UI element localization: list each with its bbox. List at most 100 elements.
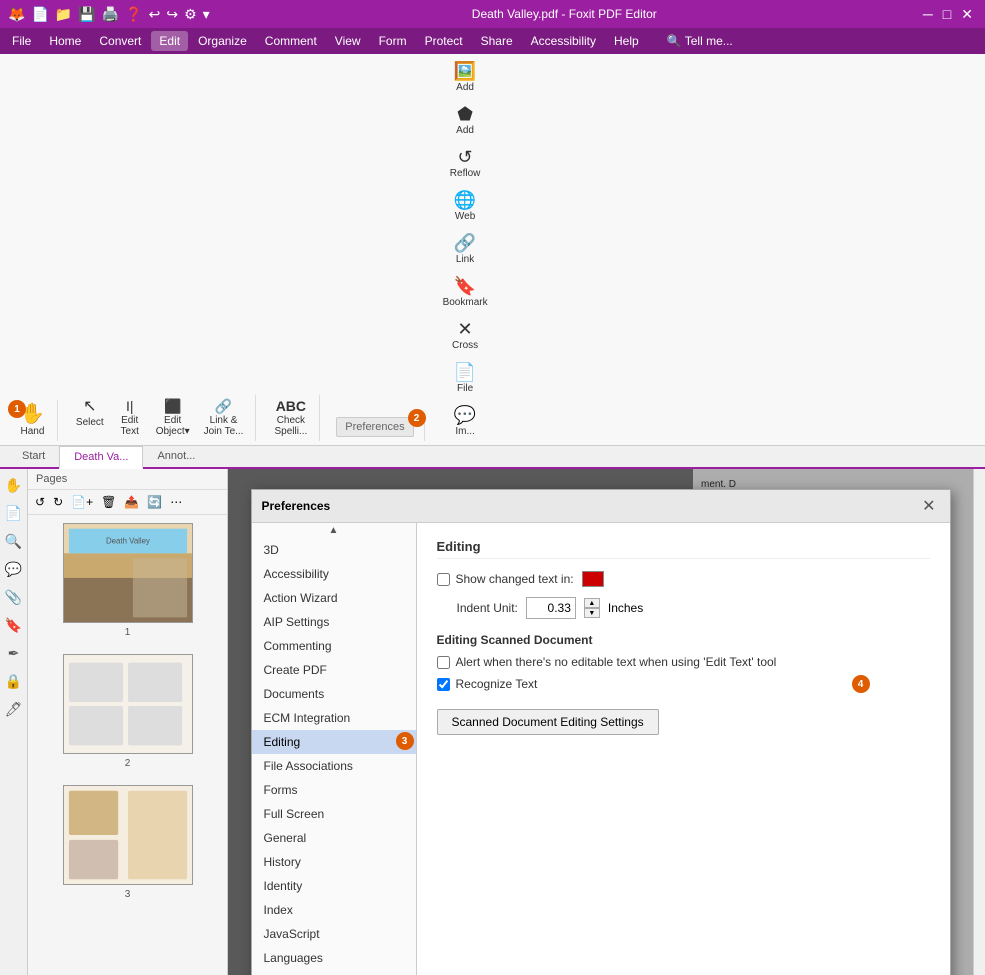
select-button[interactable]: ↖ Select <box>70 395 110 441</box>
page-thumb-1[interactable]: Death Valley 1 <box>28 515 227 646</box>
menu-edit[interactable]: Edit <box>151 31 188 51</box>
show-changed-text-checkbox[interactable] <box>437 573 450 586</box>
add-web-button[interactable]: 🌐 Web <box>447 187 483 226</box>
title-bar-app-icons[interactable]: 🦊 📄 📁 💾 🖨️ ❓ ↩ ↪ ⚙ ▾ <box>8 6 210 23</box>
list-item-full-screen[interactable]: Full Screen <box>252 802 416 826</box>
tab-document[interactable]: Death Va... <box>59 446 143 469</box>
page-thumb-2[interactable]: 2 <box>28 646 227 777</box>
dialog-title-bar: Preferences ✕ <box>252 490 950 523</box>
list-item-languages[interactable]: Languages <box>252 946 416 970</box>
alert-no-editable-label: Alert when there's no editable text when… <box>456 655 777 669</box>
list-item-aip-settings[interactable]: AIP Settings <box>252 610 416 634</box>
sidebar-sign-icon[interactable]: ✒ <box>2 641 26 665</box>
cross-button[interactable]: ✕ Cross <box>446 316 484 355</box>
window-controls[interactable]: ─ □ ✕ <box>919 6 977 23</box>
indent-spinner[interactable]: ▲ ▼ <box>584 598 600 618</box>
list-item-javascript[interactable]: JavaScript <box>252 922 416 946</box>
page-replace[interactable]: 🔄 <box>144 493 165 511</box>
add-button[interactable]: 🖼️ Add <box>447 58 483 97</box>
menu-organize[interactable]: Organize <box>190 31 255 51</box>
new-icon[interactable]: 📄 <box>31 6 48 23</box>
preferences-label[interactable]: Preferences <box>336 417 413 437</box>
menu-file[interactable]: File <box>4 31 39 51</box>
list-item-create-pdf[interactable]: Create PDF <box>252 658 416 682</box>
help-icon[interactable]: ❓ <box>125 6 142 23</box>
indent-down[interactable]: ▼ <box>584 608 600 618</box>
menu-convert[interactable]: Convert <box>91 31 149 51</box>
edit-object-button[interactable]: ⬛ EditObject▾ <box>150 395 196 441</box>
list-item-history[interactable]: History <box>252 850 416 874</box>
alert-no-editable-checkbox[interactable] <box>437 656 450 669</box>
list-item-editing[interactable]: Editing 3 <box>252 730 416 754</box>
indent-up[interactable]: ▲ <box>584 598 600 608</box>
list-item-forms[interactable]: Forms <box>252 778 416 802</box>
list-item-identity[interactable]: Identity <box>252 874 416 898</box>
undo-icon[interactable]: ↩ <box>149 6 161 23</box>
sidebar-attach-icon[interactable]: 📎 <box>2 585 26 609</box>
app-icon[interactable]: 🦊 <box>8 6 25 23</box>
list-item-accessibility[interactable]: Accessibility <box>252 562 416 586</box>
close-button[interactable]: ✕ <box>957 6 977 23</box>
maximize-button[interactable]: □ <box>939 6 955 23</box>
sidebar-bookmark-icon[interactable]: 🔖 <box>2 613 26 637</box>
im-button[interactable]: 💬 Im... <box>447 402 483 441</box>
reflow-button[interactable]: ↺ Reflow <box>444 144 487 183</box>
file-button[interactable]: 📄 File <box>447 359 483 398</box>
list-item-ecm-integration[interactable]: ECM Integration <box>252 706 416 730</box>
sidebar-search-icon[interactable]: 🔍 <box>2 529 26 553</box>
list-item-3d[interactable]: 3D <box>252 538 416 562</box>
page-thumb-3[interactable]: 3 <box>28 777 227 908</box>
save-icon[interactable]: 💾 <box>78 6 95 23</box>
scanned-settings-button[interactable]: Scanned Document Editing Settings <box>437 709 659 735</box>
page-label-1: 1 <box>36 627 219 638</box>
spell-check-button[interactable]: ABC CheckSpelli... <box>268 395 313 441</box>
changed-text-color-swatch[interactable] <box>582 571 604 587</box>
list-scroll-up[interactable]: ▲ <box>252 523 416 538</box>
dialog-close-button[interactable]: ✕ <box>918 496 939 516</box>
sidebar-hand-icon[interactable]: ✋ <box>2 473 26 497</box>
open-icon[interactable]: 📁 <box>55 6 72 23</box>
page-more[interactable]: ⋯ <box>167 493 185 511</box>
menu-help[interactable]: Help <box>606 31 647 51</box>
tab-annot[interactable]: Annot... <box>143 446 209 467</box>
sidebar-page-icon[interactable]: 📄 <box>2 501 26 525</box>
menu-accessibility[interactable]: Accessibility <box>523 31 604 51</box>
link-button[interactable]: 🔗 Link <box>447 230 483 269</box>
settings-icon[interactable]: ⚙ <box>184 6 197 23</box>
list-item-commenting[interactable]: Commenting <box>252 634 416 658</box>
page-rotate-right[interactable]: ↻ <box>50 493 66 511</box>
page-extract[interactable]: 📤 <box>121 493 142 511</box>
bookmark-button[interactable]: 🔖 Bookmark <box>437 273 494 312</box>
print-icon[interactable]: 🖨️ <box>102 6 119 23</box>
redo-icon[interactable]: ↪ <box>166 6 178 23</box>
page-rotate-left[interactable]: ↺ <box>32 493 48 511</box>
menu-comment[interactable]: Comment <box>257 31 325 51</box>
page-insert[interactable]: 📄+ <box>68 493 96 511</box>
add-shape-button[interactable]: ⬟ Add <box>447 101 483 140</box>
minimize-button[interactable]: ─ <box>919 6 937 23</box>
dropdown-icon[interactable]: ▾ <box>203 6 210 23</box>
sidebar-comment-icon[interactable]: 💬 <box>2 557 26 581</box>
menu-tell-me[interactable]: 🔍 Tell me... <box>659 31 741 51</box>
sidebar-pen-icon[interactable]: 🖊 <box>2 697 26 721</box>
sidebar-lock-icon[interactable]: 🔒 <box>2 669 26 693</box>
indent-value-input[interactable] <box>526 597 576 619</box>
main-content: ✋ 📄 🔍 💬 📎 🔖 ✒ 🔒 🖊 Pages ↺ ↻ 📄+ 🗑 📤 🔄 ⋯ <box>0 469 985 975</box>
menu-view[interactable]: View <box>327 31 369 51</box>
menu-share[interactable]: Share <box>473 31 521 51</box>
list-item-index[interactable]: Index <box>252 898 416 922</box>
recognize-text-checkbox[interactable] <box>437 678 450 691</box>
menu-home[interactable]: Home <box>41 31 89 51</box>
list-item-action-wizard[interactable]: Action Wizard <box>252 586 416 610</box>
svg-text:Death Valley: Death Valley <box>106 536 150 545</box>
menu-protect[interactable]: Protect <box>417 31 471 51</box>
link-join-button[interactable]: 🔗 Link &Join Te... <box>198 395 250 441</box>
tab-start[interactable]: Start <box>8 446 59 467</box>
list-item-documents[interactable]: Documents <box>252 682 416 706</box>
menu-form[interactable]: Form <box>371 31 415 51</box>
list-item-general[interactable]: General <box>252 826 416 850</box>
list-item-layout-grid[interactable]: Layout Grid <box>252 970 416 975</box>
edit-text-button[interactable]: I| EditText <box>112 395 148 441</box>
page-delete[interactable]: 🗑 <box>98 493 119 511</box>
list-item-file-associations[interactable]: File Associations <box>252 754 416 778</box>
